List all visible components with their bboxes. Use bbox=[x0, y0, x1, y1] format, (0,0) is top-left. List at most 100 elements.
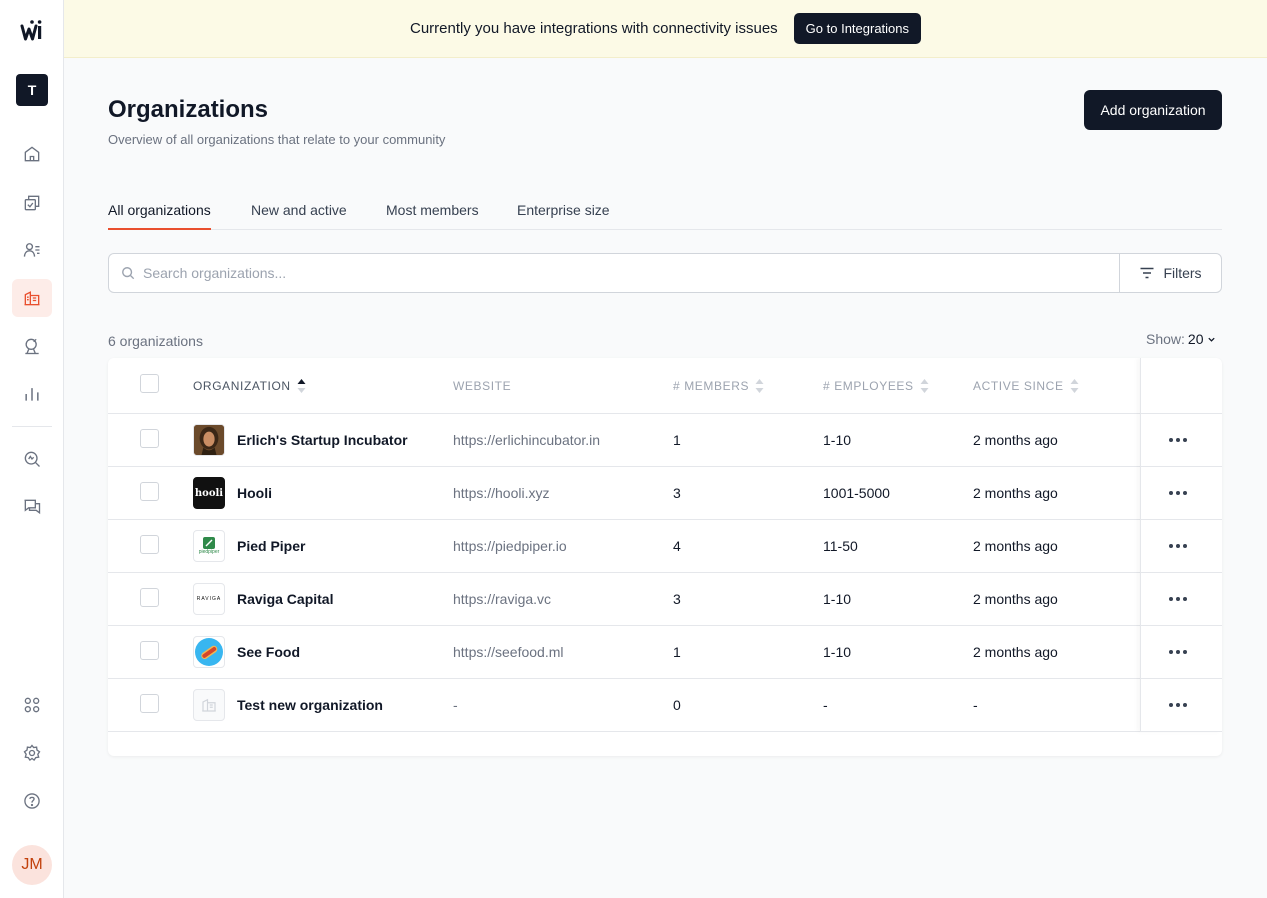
employees-range: - bbox=[823, 697, 828, 713]
organizations-table: ORGANIZATION WEBSITE # MEMBERS # EMPLOYE… bbox=[108, 358, 1222, 756]
app-logo-icon[interactable] bbox=[20, 18, 44, 42]
pied-piper-leaf-icon bbox=[203, 537, 215, 549]
table-header: ORGANIZATION WEBSITE # MEMBERS # EMPLOYE… bbox=[108, 358, 1222, 414]
organization-website[interactable]: https://piedpiper.io bbox=[453, 538, 567, 554]
column-header-organization[interactable]: ORGANIZATION bbox=[193, 379, 306, 393]
members-count: 1 bbox=[673, 644, 681, 660]
active-since: 2 months ago bbox=[973, 644, 1058, 660]
organization-website[interactable]: https://seefood.ml bbox=[453, 644, 564, 660]
integrations-icon[interactable] bbox=[12, 686, 52, 724]
tab-most-members[interactable]: Most members bbox=[386, 202, 479, 230]
tenant-switcher[interactable]: T bbox=[16, 74, 48, 106]
active-since: 2 months ago bbox=[973, 538, 1058, 554]
pied-piper-logo-text: piedpiper bbox=[198, 549, 220, 555]
organization-website[interactable]: https://raviga.vc bbox=[453, 591, 551, 607]
organization-name[interactable]: See Food bbox=[237, 644, 300, 660]
raviga-logo-text: RAVIGA bbox=[196, 596, 222, 602]
conversations-icon[interactable] bbox=[12, 488, 52, 526]
active-since: 2 months ago bbox=[973, 591, 1058, 607]
organization-logo bbox=[193, 424, 225, 456]
members-icon[interactable] bbox=[12, 231, 52, 269]
column-header-website: WEBSITE bbox=[453, 379, 512, 393]
organization-name[interactable]: Hooli bbox=[237, 485, 272, 501]
organization-name[interactable]: Raviga Capital bbox=[237, 591, 333, 607]
filter-icon bbox=[1140, 267, 1154, 279]
column-header-employees[interactable]: # EMPLOYEES bbox=[823, 379, 929, 393]
organization-name[interactable]: Test new organization bbox=[237, 697, 383, 713]
row-checkbox[interactable] bbox=[140, 482, 159, 501]
sort-ascending-icon bbox=[297, 379, 306, 393]
page-subtitle: Overview of all organizations that relat… bbox=[108, 132, 446, 147]
sort-icon bbox=[920, 379, 929, 393]
organization-logo bbox=[193, 689, 225, 721]
page-size-value: 20 bbox=[1187, 331, 1204, 347]
filters-button[interactable]: Filters bbox=[1119, 253, 1222, 293]
add-organization-button[interactable]: Add organization bbox=[1084, 90, 1222, 130]
active-since: - bbox=[973, 697, 978, 713]
table-row[interactable]: Erlich's Startup Incubator https://erlic… bbox=[108, 414, 1222, 467]
row-checkbox[interactable] bbox=[140, 588, 159, 607]
row-checkbox[interactable] bbox=[140, 641, 159, 660]
column-header-members[interactable]: # MEMBERS bbox=[673, 379, 764, 393]
search-input[interactable] bbox=[143, 265, 1043, 281]
tabs-bar: All organizations New and active Most me… bbox=[108, 190, 1222, 230]
members-count: 0 bbox=[673, 697, 681, 713]
employees-range: 1-10 bbox=[823, 644, 852, 660]
select-all-checkbox[interactable] bbox=[140, 374, 159, 393]
integration-warning-banner: Currently you have integrations with con… bbox=[64, 0, 1267, 58]
organization-name[interactable]: Erlich's Startup Incubator bbox=[237, 432, 408, 448]
table-row[interactable]: piedpiper Pied Piper https://piedpiper.i… bbox=[108, 520, 1222, 573]
tab-new-and-active[interactable]: New and active bbox=[251, 202, 347, 230]
portrait-image bbox=[194, 425, 224, 455]
employees-range: 11-50 bbox=[823, 538, 858, 554]
discover-icon[interactable] bbox=[12, 440, 52, 478]
reports-icon[interactable] bbox=[12, 375, 52, 413]
row-checkbox[interactable] bbox=[140, 535, 159, 554]
hotdog-icon bbox=[195, 638, 223, 666]
sidebar-divider bbox=[12, 426, 52, 427]
table-row[interactable]: See Food https://seefood.ml 1 1-10 2 mon… bbox=[108, 626, 1222, 679]
page-size-label: Show: bbox=[1146, 331, 1185, 347]
go-to-integrations-button[interactable]: Go to Integrations bbox=[793, 13, 922, 44]
employees-range: 1001-5000 bbox=[823, 485, 890, 501]
active-since: 2 months ago bbox=[973, 432, 1058, 448]
row-checkbox[interactable] bbox=[140, 429, 159, 448]
row-checkbox[interactable] bbox=[140, 694, 159, 713]
organization-logo: RAVIGA bbox=[193, 583, 225, 615]
members-count: 4 bbox=[673, 538, 681, 554]
filters-label: Filters bbox=[1163, 265, 1202, 281]
members-count: 3 bbox=[673, 485, 681, 501]
organization-logo: piedpiper bbox=[193, 530, 225, 562]
organization-logo: hooli bbox=[193, 477, 225, 509]
table-row[interactable]: Test new organization - 0 - - bbox=[108, 679, 1222, 732]
eagle-eye-icon[interactable] bbox=[12, 327, 52, 365]
settings-icon[interactable] bbox=[12, 734, 52, 772]
organization-logo bbox=[193, 636, 225, 668]
members-count: 1 bbox=[673, 432, 681, 448]
chevron-down-icon bbox=[1207, 337, 1215, 342]
members-count: 3 bbox=[673, 591, 681, 607]
page-size-select[interactable]: Show: 20 bbox=[1146, 331, 1216, 347]
sort-icon bbox=[1070, 379, 1079, 393]
active-since: 2 months ago bbox=[973, 485, 1058, 501]
search-box bbox=[108, 253, 1120, 293]
tab-all-organizations[interactable]: All organizations bbox=[108, 202, 211, 230]
tab-enterprise-size[interactable]: Enterprise size bbox=[517, 202, 610, 230]
building-placeholder-icon bbox=[202, 698, 216, 712]
table-row[interactable]: RAVIGA Raviga Capital https://raviga.vc … bbox=[108, 573, 1222, 626]
activities-icon[interactable] bbox=[12, 184, 52, 222]
hooli-logo-text: hooli bbox=[194, 487, 224, 499]
organizations-icon[interactable] bbox=[12, 279, 52, 317]
column-header-active-since[interactable]: ACTIVE SINCE bbox=[973, 379, 1079, 393]
home-icon[interactable] bbox=[12, 135, 52, 173]
page-title: Organizations bbox=[108, 96, 269, 123]
organization-website[interactable]: https://erlichincubator.in bbox=[453, 432, 600, 448]
organization-website[interactable]: https://hooli.xyz bbox=[453, 485, 550, 501]
employees-range: 1-10 bbox=[823, 432, 852, 448]
help-icon[interactable] bbox=[12, 782, 52, 820]
user-avatar[interactable]: JM bbox=[12, 845, 52, 885]
sidebar: T JM bbox=[0, 0, 64, 898]
table-row[interactable]: hooli Hooli https://hooli.xyz 3 1001-500… bbox=[108, 467, 1222, 520]
employees-range: 1-10 bbox=[823, 591, 852, 607]
organization-name[interactable]: Pied Piper bbox=[237, 538, 305, 554]
